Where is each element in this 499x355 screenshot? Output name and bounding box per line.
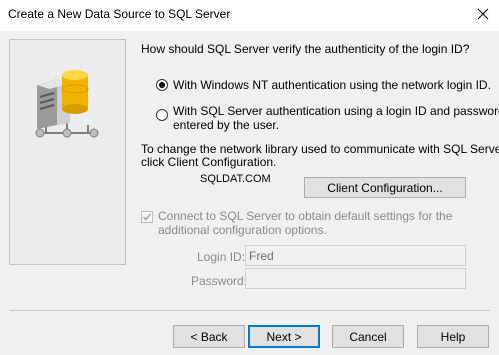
connect-checkbox-label-line2[interactable]: additional configuration options. (158, 223, 327, 237)
close-icon[interactable] (475, 6, 491, 22)
auth-question: How should SQL Server verify the authent… (141, 42, 470, 56)
connect-checkbox-label-line1[interactable]: Connect to SQL Server to obtain default … (158, 209, 452, 223)
next-button[interactable]: Next > (248, 325, 320, 348)
cancel-button[interactable]: Cancel (332, 325, 404, 348)
button-separator (9, 310, 490, 311)
network-instruction-line2: click Client Configuration. (141, 155, 277, 169)
radio-windows-auth[interactable] (156, 79, 168, 91)
radio-sql-auth-label-line2[interactable]: entered by the user. (173, 118, 279, 132)
radio-selected-dot (159, 82, 165, 88)
network-instruction-line1: To change the network library used to co… (141, 142, 499, 156)
password-field[interactable] (245, 268, 466, 289)
wizard-side-panel (9, 39, 126, 265)
radio-sql-auth-label-line1[interactable]: With SQL Server authentication using a l… (173, 104, 499, 118)
window-title: Create a New Data Source to SQL Server (8, 7, 231, 21)
checkmark-icon (142, 213, 152, 221)
help-button[interactable]: Help (417, 325, 489, 348)
password-label: Password: (191, 274, 248, 288)
login-id-field[interactable]: Fred (245, 245, 466, 266)
connect-checkbox[interactable] (141, 211, 153, 223)
title-bar: Create a New Data Source to SQL Server (0, 0, 499, 30)
client-configuration-button[interactable]: Client Configuration... (304, 177, 466, 198)
dialog-body: How should SQL Server verify the authent… (0, 31, 499, 355)
radio-sql-auth[interactable] (156, 109, 168, 121)
watermark-text: SQLDAT.COM (200, 173, 271, 185)
login-id-label: Login ID: (197, 250, 246, 264)
database-server-icon (35, 70, 99, 138)
radio-windows-auth-label[interactable]: With Windows NT authentication using the… (173, 78, 491, 92)
back-button[interactable]: < Back (173, 325, 245, 348)
